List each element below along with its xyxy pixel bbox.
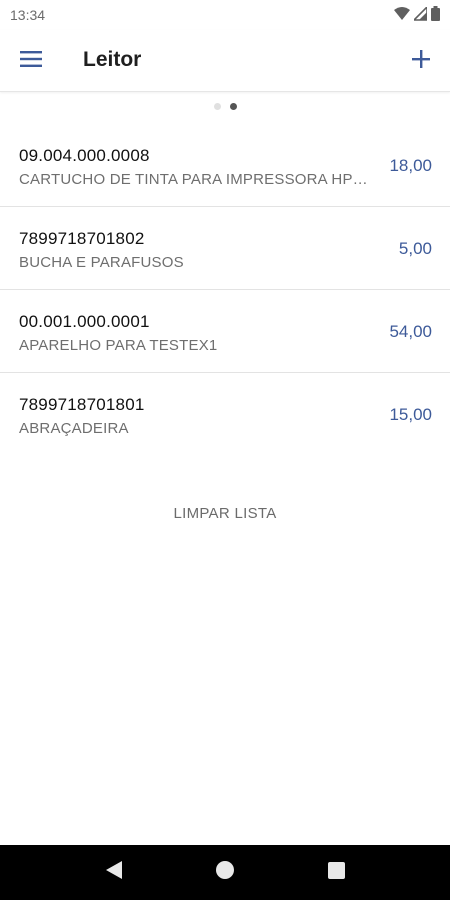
list-item[interactable]: 7899718701801 ABRAÇADEIRA 15,00 <box>0 373 450 456</box>
home-icon <box>215 861 234 884</box>
item-value: 15,00 <box>389 405 432 424</box>
status-time: 13:34 <box>10 7 46 23</box>
item-description: BUCHA E PARAFUSOS <box>19 254 184 271</box>
item-list: 09.004.000.0008 CARTUCHO DE TINTA PARA I… <box>0 124 450 456</box>
recents-button[interactable] <box>316 853 356 893</box>
hamburger-menu-icon <box>20 50 42 72</box>
back-button[interactable] <box>94 853 134 893</box>
page-dot-1[interactable] <box>213 102 221 110</box>
wifi-icon <box>394 6 410 24</box>
item-description: CARTUCHO DE TINTA PARA IMPRESSORA HP3... <box>19 171 371 188</box>
recents-icon <box>327 861 345 884</box>
home-button[interactable] <box>205 853 245 893</box>
page-dot-2-active[interactable] <box>229 102 237 110</box>
status-icons <box>394 4 440 24</box>
battery-icon <box>431 6 440 24</box>
page-indicator <box>0 100 450 112</box>
status-bar: 13:34 <box>0 0 450 30</box>
plus-icon <box>412 49 430 73</box>
system-nav-bar <box>0 845 450 900</box>
list-item[interactable]: 7899718701802 BUCHA E PARAFUSOS 5,00 <box>0 207 450 290</box>
item-description: ABRAÇADEIRA <box>19 420 129 437</box>
add-button[interactable] <box>404 44 438 78</box>
item-code: 7899718701801 <box>19 395 145 414</box>
list-item[interactable]: 00.001.000.0001 APARELHO PARA TESTEX1 54… <box>0 290 450 373</box>
page-title: Leitor <box>83 48 142 71</box>
item-code: 7899718701802 <box>19 229 145 248</box>
list-item[interactable]: 09.004.000.0008 CARTUCHO DE TINTA PARA I… <box>0 124 450 207</box>
leitor-screen: 13:34 Leitor 09.004.000.0008 CARTUCHO DE… <box>0 0 450 900</box>
clear-list-button[interactable]: LIMPAR LISTA <box>0 500 450 528</box>
signal-icon <box>412 4 428 24</box>
item-description: APARELHO PARA TESTEX1 <box>19 337 218 354</box>
app-bar: Leitor <box>0 30 450 92</box>
item-value: 54,00 <box>389 322 432 341</box>
item-code: 00.001.000.0001 <box>19 312 150 331</box>
item-value: 18,00 <box>389 156 432 175</box>
item-value: 5,00 <box>398 239 432 258</box>
menu-button[interactable] <box>14 44 48 78</box>
back-icon <box>105 861 122 884</box>
item-code: 09.004.000.0008 <box>19 146 150 165</box>
